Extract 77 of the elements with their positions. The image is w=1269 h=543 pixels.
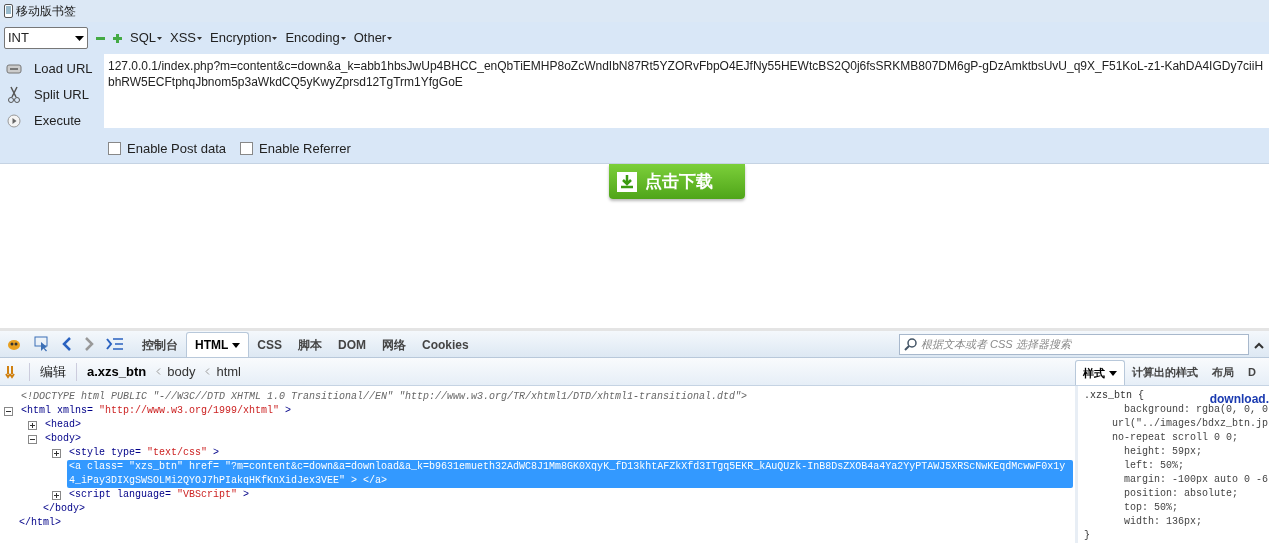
hackbar-menu[interactable]: Encryption xyxy=(210,28,278,48)
command-line-icon[interactable] xyxy=(106,338,124,350)
side-panel-tab[interactable]: 样式 xyxy=(1075,360,1125,385)
chevron-up-icon[interactable] xyxy=(1254,342,1264,349)
hackbar-menu[interactable]: Other xyxy=(353,28,393,48)
hackbar-menu[interactable]: Encoding xyxy=(285,28,346,48)
breadcrumb[interactable]: body xyxy=(167,361,196,382)
inspect-icon[interactable] xyxy=(34,336,50,352)
hackbar-action-button[interactable]: Load URL xyxy=(34,59,93,79)
collapse-toggle[interactable] xyxy=(4,407,13,416)
html-node[interactable]: <body> xyxy=(43,432,83,446)
css-declaration: width: 136px; xyxy=(1124,516,1202,527)
side-panel-tab[interactable]: 布局 xyxy=(1205,360,1241,385)
expand-toggle[interactable] xyxy=(52,449,61,458)
css-declaration: margin: -100px auto 0 -6 xyxy=(1124,474,1269,485)
devtools-tab[interactable]: 网络 xyxy=(374,332,414,357)
caret-icon xyxy=(232,342,241,348)
type-select[interactable]: INT xyxy=(4,27,88,49)
edit-button[interactable]: 编辑 xyxy=(40,361,66,382)
caret-icon xyxy=(75,35,84,41)
collapse-toggle[interactable] xyxy=(28,435,37,444)
css-declaration: left: 50%; xyxy=(1124,460,1184,471)
side-panel-tab[interactable]: 计算出的样式 xyxy=(1125,360,1205,385)
checkbox[interactable] xyxy=(240,142,254,155)
separator-icon xyxy=(205,368,211,375)
search-icon xyxy=(904,338,917,351)
caret-icon xyxy=(272,36,278,40)
devtools-tab[interactable]: HTML xyxy=(186,332,250,357)
expand-toggle[interactable] xyxy=(52,491,61,500)
separator-icon xyxy=(156,368,162,375)
drive-icon xyxy=(6,63,22,75)
caret-icon xyxy=(340,36,346,40)
css-declaration: height: 59px; xyxy=(1124,446,1202,457)
url-field[interactable]: 127.0.0.1/index.php?m=content&c=down&a_k=abb1hbsJwUp4BHCC_enQbTiEMHP8oZcWndIbN87Rt5YZORvFbpO4EJfNy55HEWtcBS2Q0j6fsSRKMB807DM6gP-gDzAmktbsUvU_q9X_F51KoL-z1-KahDA4IGDy7ciiHbhRW5ECFtphqJbnom5p3aWkdCQ5yKwyZprsd12TgTrm1YfgGoE xyxy=(104,54,1269,128)
devtools-tab[interactable]: 脚本 xyxy=(290,332,330,357)
devtools-tab[interactable]: CSS xyxy=(249,332,290,357)
breadcrumb[interactable]: html xyxy=(216,361,241,382)
css-declaration: position: absolute; xyxy=(1124,488,1239,499)
caret-icon xyxy=(157,36,162,40)
play-icon xyxy=(7,114,21,128)
html-node[interactable]: <style type= "text/css" > xyxy=(67,446,222,460)
devtools-tab[interactable]: DOM xyxy=(330,332,374,357)
side-panel-tab[interactable]: D xyxy=(1241,360,1263,385)
checkbox-label: Enable Referrer xyxy=(259,139,351,158)
bookmark-folder[interactable]: 移动版书签 xyxy=(16,2,76,20)
hackbar-menu[interactable]: SQL xyxy=(130,28,162,48)
hackbar-menu[interactable]: XSS xyxy=(170,28,203,48)
css-declaration: top: 50%; xyxy=(1124,502,1178,513)
html-node[interactable]: <head> xyxy=(43,418,83,432)
css-selector: } xyxy=(1084,530,1090,541)
hackbar-action-button[interactable]: Execute xyxy=(34,111,81,131)
expand-toggle[interactable] xyxy=(28,421,37,430)
back-icon[interactable] xyxy=(62,337,72,351)
caret-icon[interactable] xyxy=(1109,370,1117,376)
bug-icon[interactable] xyxy=(6,337,22,351)
forward-icon[interactable] xyxy=(84,337,94,351)
css-declaration: url("../images/bdxz_btn.jp xyxy=(1112,418,1269,429)
phone-icon xyxy=(4,4,13,18)
html-node[interactable]: <html xmlns= "http://www.w3.org/1999/xhtml" > xyxy=(19,404,294,418)
devtools-tab[interactable]: Cookies xyxy=(414,332,477,357)
hackbar-action-button[interactable]: Split URL xyxy=(34,85,89,105)
css-declaration: background: rgba(0, 0, 0 xyxy=(1124,404,1269,415)
devtools-tab[interactable]: 控制台 xyxy=(134,332,186,357)
html-node[interactable]: <!DOCTYPE html PUBLIC "-//W3C//DTD XHTML 1.0 Transitional//EN" "http://www.w3.org/TR/xhtml1/DTD/xhtml1-transitional.dtd"> xyxy=(19,390,750,404)
css-selector: .xzs_btn { xyxy=(1084,390,1144,401)
closing-tag: </html> xyxy=(19,517,61,528)
download-icon xyxy=(617,171,637,192)
breadcrumb[interactable]: a.xzs_btn xyxy=(87,361,147,382)
css-declaration: no-repeat scroll 0 0; xyxy=(1112,432,1239,443)
checkbox[interactable] xyxy=(108,142,121,155)
checkbox-label: Enable Post data xyxy=(127,139,227,158)
caret-icon xyxy=(197,36,203,40)
caret-icon xyxy=(387,36,393,40)
scissors-icon xyxy=(8,86,20,104)
html-node[interactable]: <script language= "VBScript" > xyxy=(67,488,252,502)
closing-tag: </body> xyxy=(43,503,85,514)
search-field[interactable]: 根据文本或者 CSS 选择器搜索 xyxy=(899,334,1249,355)
